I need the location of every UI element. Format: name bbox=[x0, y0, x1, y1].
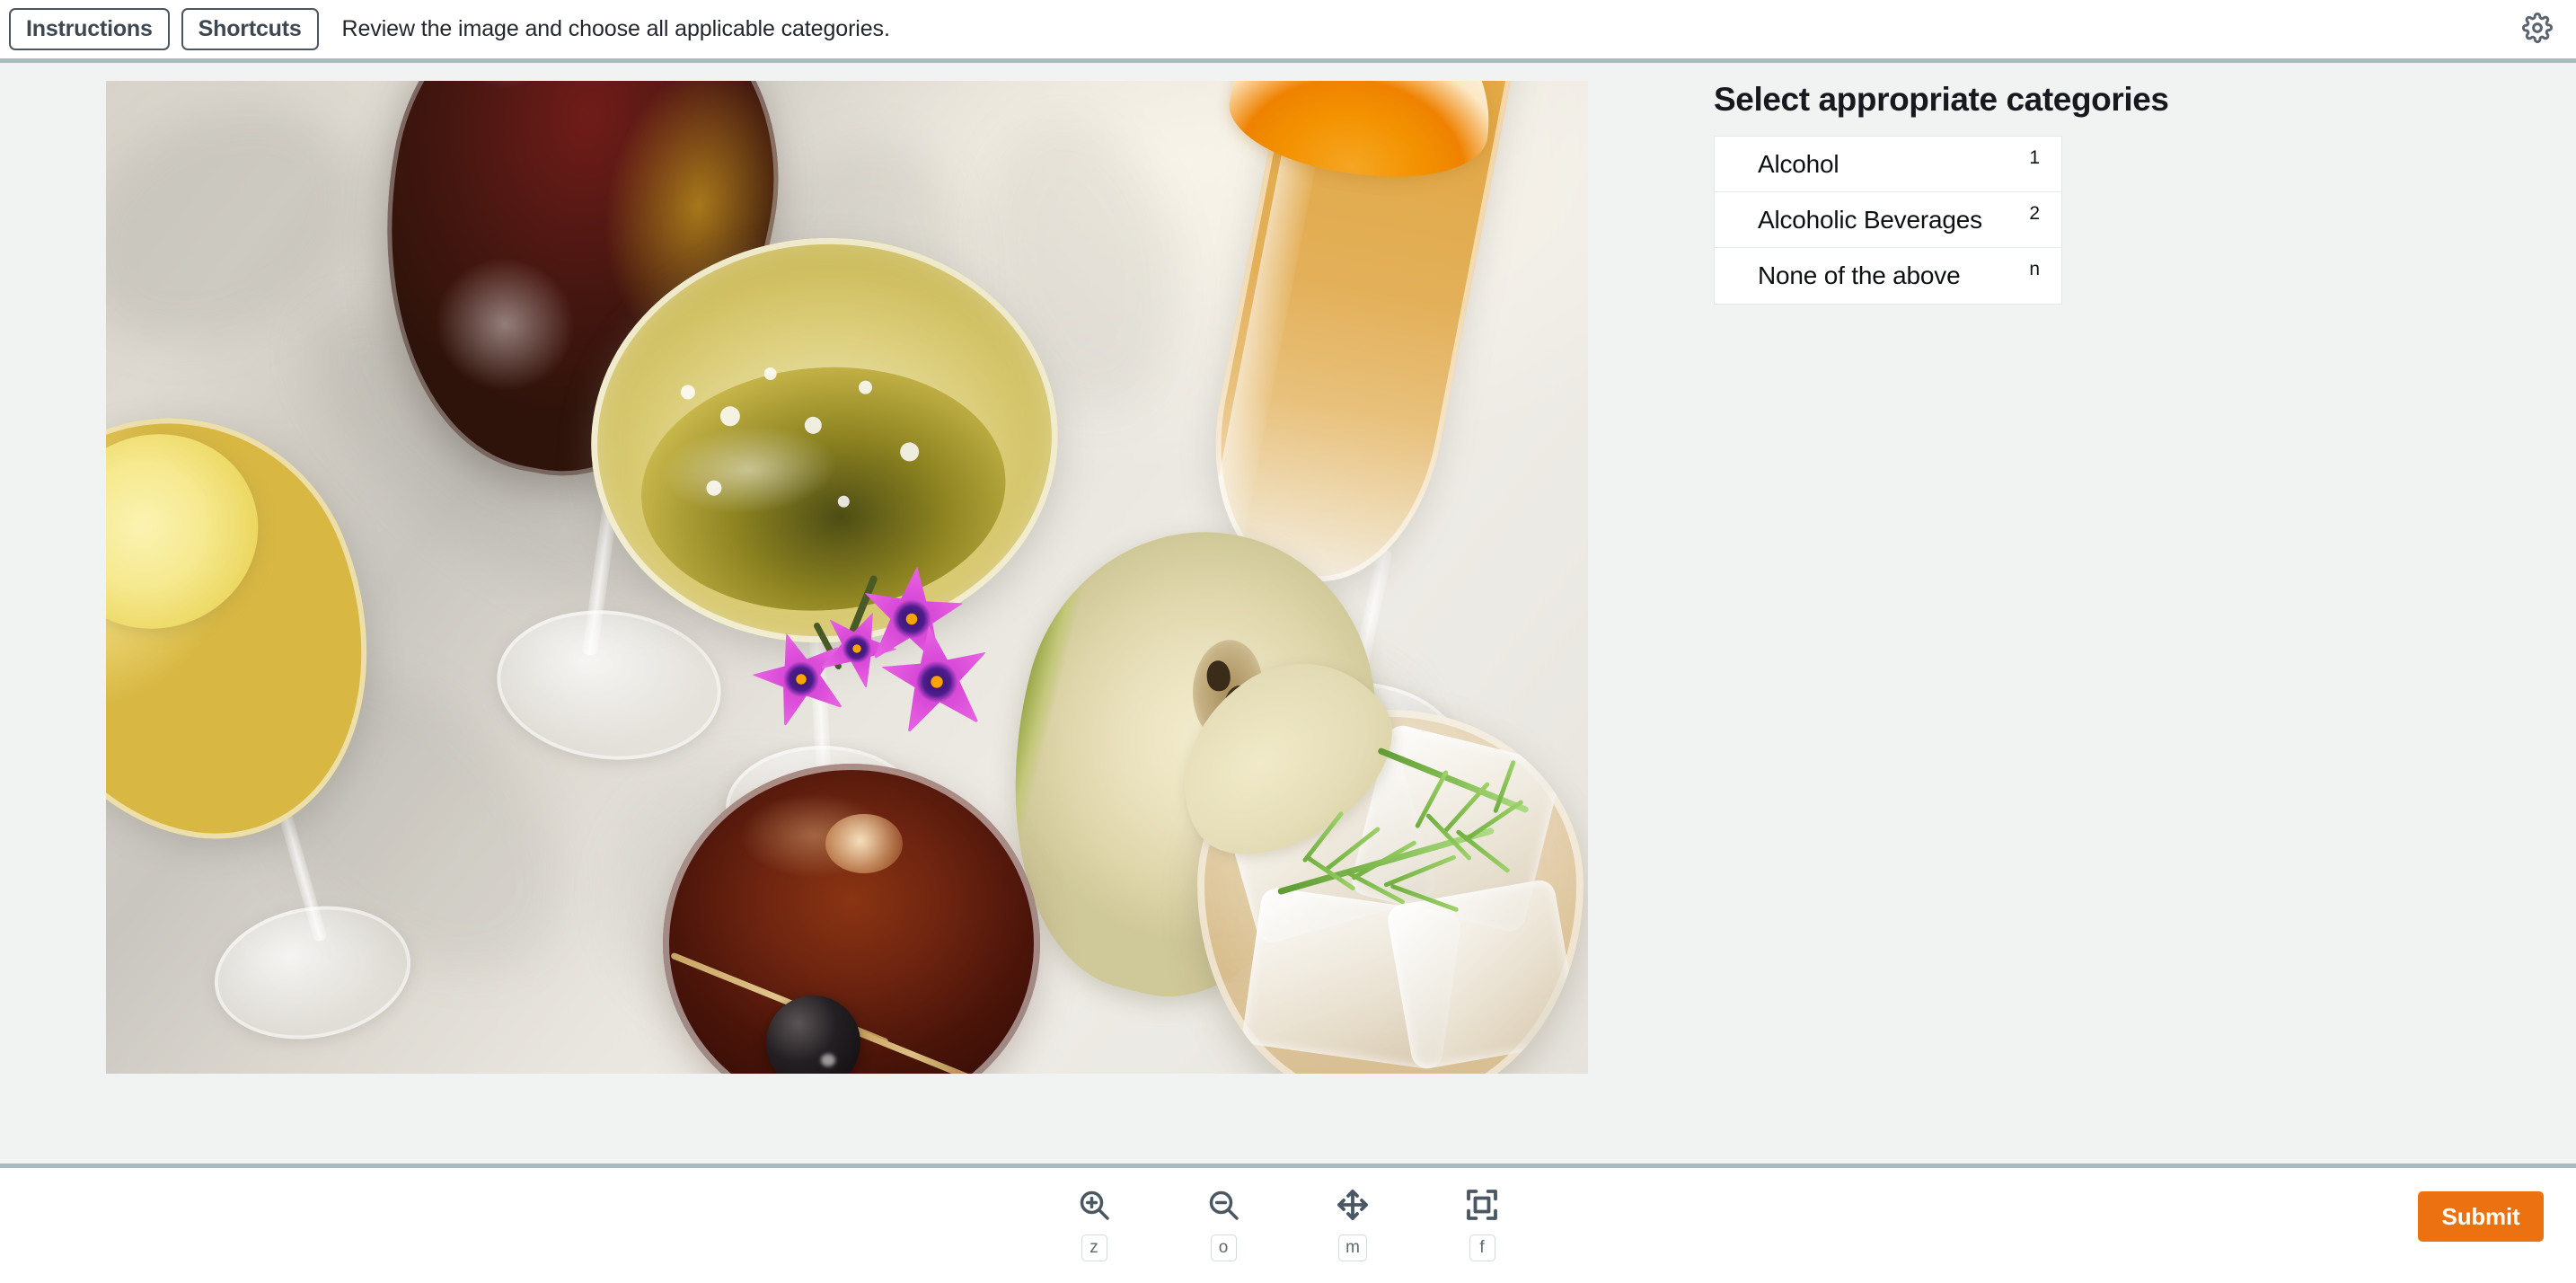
zoom-in-icon bbox=[1076, 1184, 1112, 1225]
category-hotkey: 1 bbox=[2029, 147, 2040, 168]
zoom-out-hotkey: o bbox=[1210, 1234, 1237, 1261]
glass-foot bbox=[490, 599, 728, 771]
category-label: Alcohol bbox=[1758, 149, 1839, 178]
category-label: Alcoholic Beverages bbox=[1758, 205, 1982, 234]
category-option-alcohol[interactable]: Alcohol 1 bbox=[1715, 137, 2061, 192]
settings-button[interactable] bbox=[2519, 11, 2556, 49]
foam bbox=[825, 814, 903, 873]
purple-flowers bbox=[753, 566, 1022, 764]
workspace: Select appropriate categories Alcohol 1 … bbox=[0, 63, 2576, 1164]
gear-icon bbox=[2522, 13, 2553, 46]
category-label: None of the above bbox=[1758, 261, 1961, 289]
zoom-in-hotkey: z bbox=[1081, 1234, 1107, 1261]
instructions-button[interactable]: Instructions bbox=[9, 8, 170, 50]
fit-to-screen-hotkey: f bbox=[1469, 1234, 1495, 1261]
pan-button[interactable]: m bbox=[1314, 1184, 1391, 1261]
rosemary-sprig bbox=[1265, 741, 1561, 966]
category-option-alcoholic-beverages[interactable]: Alcoholic Beverages 2 bbox=[1715, 192, 2061, 248]
task-prompt: Review the image and choose all applicab… bbox=[341, 16, 890, 41]
image-tools: z o m f bbox=[1055, 1184, 1521, 1261]
bubble bbox=[680, 384, 696, 401]
category-hotkey: n bbox=[2029, 259, 2040, 279]
rosemary-needle bbox=[1463, 799, 1524, 843]
category-option-none-of-the-above[interactable]: None of the above n bbox=[1715, 248, 2061, 304]
move-icon bbox=[1335, 1184, 1371, 1225]
task-image bbox=[106, 81, 1588, 1074]
annotation-app: Instructions Shortcuts Review the image … bbox=[0, 0, 2576, 1283]
category-panel: Select appropriate categories Alcohol 1 … bbox=[1714, 81, 2217, 305]
submit-button[interactable]: Submit bbox=[2418, 1191, 2544, 1242]
shortcuts-button[interactable]: Shortcuts bbox=[181, 8, 319, 50]
image-viewport[interactable] bbox=[106, 81, 1588, 1074]
fit-to-screen-button[interactable]: f bbox=[1443, 1184, 1521, 1261]
zoom-out-icon bbox=[1205, 1184, 1241, 1225]
bubble bbox=[763, 367, 777, 381]
category-hotkey: 2 bbox=[2029, 203, 2040, 224]
category-list: Alcohol 1 Alcoholic Beverages 2 None of … bbox=[1714, 136, 2062, 305]
fit-screen-icon bbox=[1464, 1184, 1500, 1225]
zoom-out-button[interactable]: o bbox=[1185, 1184, 1262, 1261]
top-toolbar: Instructions Shortcuts Review the image … bbox=[0, 0, 2576, 63]
pan-hotkey: m bbox=[1338, 1234, 1367, 1261]
panel-title: Select appropriate categories bbox=[1714, 81, 2169, 118]
bottom-toolbar: z o m f Submit bbox=[0, 1164, 2576, 1283]
zoom-in-button[interactable]: z bbox=[1055, 1184, 1133, 1261]
